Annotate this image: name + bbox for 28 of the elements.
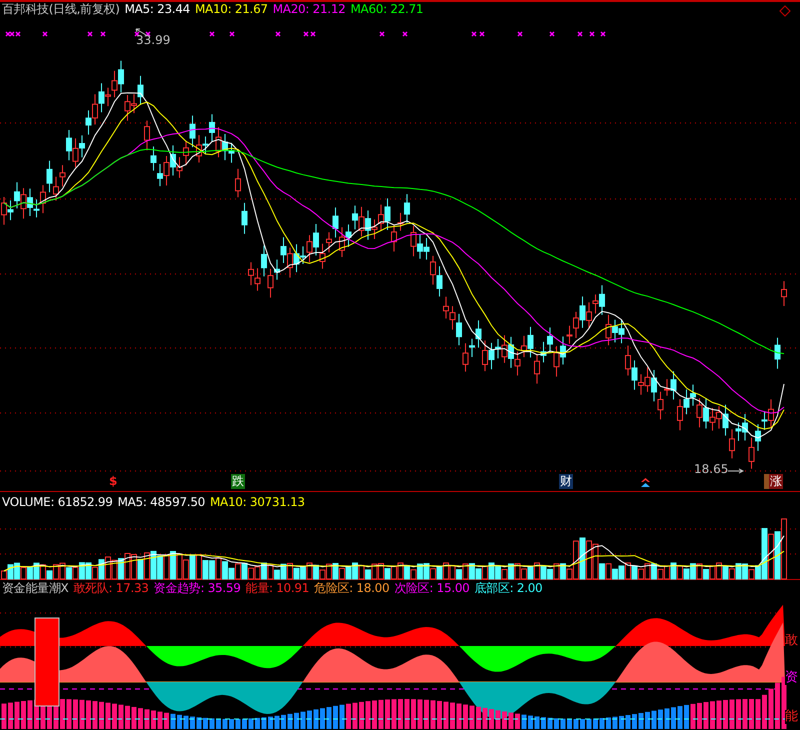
signal-badge: 跌 bbox=[231, 474, 245, 489]
ma-value: MA5: 23.44 bbox=[124, 2, 190, 18]
signal-label: $ bbox=[108, 474, 118, 489]
stock-title: 百邦科技(日线,前复权) bbox=[2, 2, 120, 18]
indicator-value: 危险区: 18.00 bbox=[314, 580, 390, 596]
ma-value: MA10: 21.67 bbox=[195, 2, 268, 18]
indicator-value: 底部区: 2.00 bbox=[474, 580, 542, 596]
price-label: 33.99 bbox=[136, 34, 170, 47]
volume-value: VOLUME: 61852.99 bbox=[2, 495, 113, 510]
ma-value: MA60: 22.71 bbox=[350, 2, 424, 18]
volume-value: MA5: 48597.50 bbox=[118, 495, 205, 510]
indicator-value: 资金趋势: 35.59 bbox=[154, 580, 241, 596]
edge-label: 能 bbox=[785, 710, 798, 724]
edge-label: 敢 bbox=[785, 634, 798, 648]
arrow-icon bbox=[728, 468, 744, 474]
signal-badge: 涨 bbox=[764, 474, 783, 489]
arrow-icon bbox=[135, 28, 147, 36]
price-label: 18.65 bbox=[694, 462, 728, 476]
diamond-icon[interactable] bbox=[779, 4, 791, 17]
edge-label: 资 bbox=[785, 670, 798, 685]
indicator-value: 次险区: 15.00 bbox=[394, 580, 470, 596]
ma-value: MA20: 21.12 bbox=[272, 2, 346, 18]
indicator-value: 敢死队: 17.33 bbox=[73, 580, 149, 596]
chevron-up-icon bbox=[641, 478, 650, 487]
signal-badge: 财 bbox=[559, 474, 573, 489]
indicator-value: 能量: 10.91 bbox=[246, 580, 310, 596]
indicator-title: 资金能量潮X bbox=[2, 580, 68, 596]
volume-value: MA10: 30731.13 bbox=[210, 495, 305, 510]
